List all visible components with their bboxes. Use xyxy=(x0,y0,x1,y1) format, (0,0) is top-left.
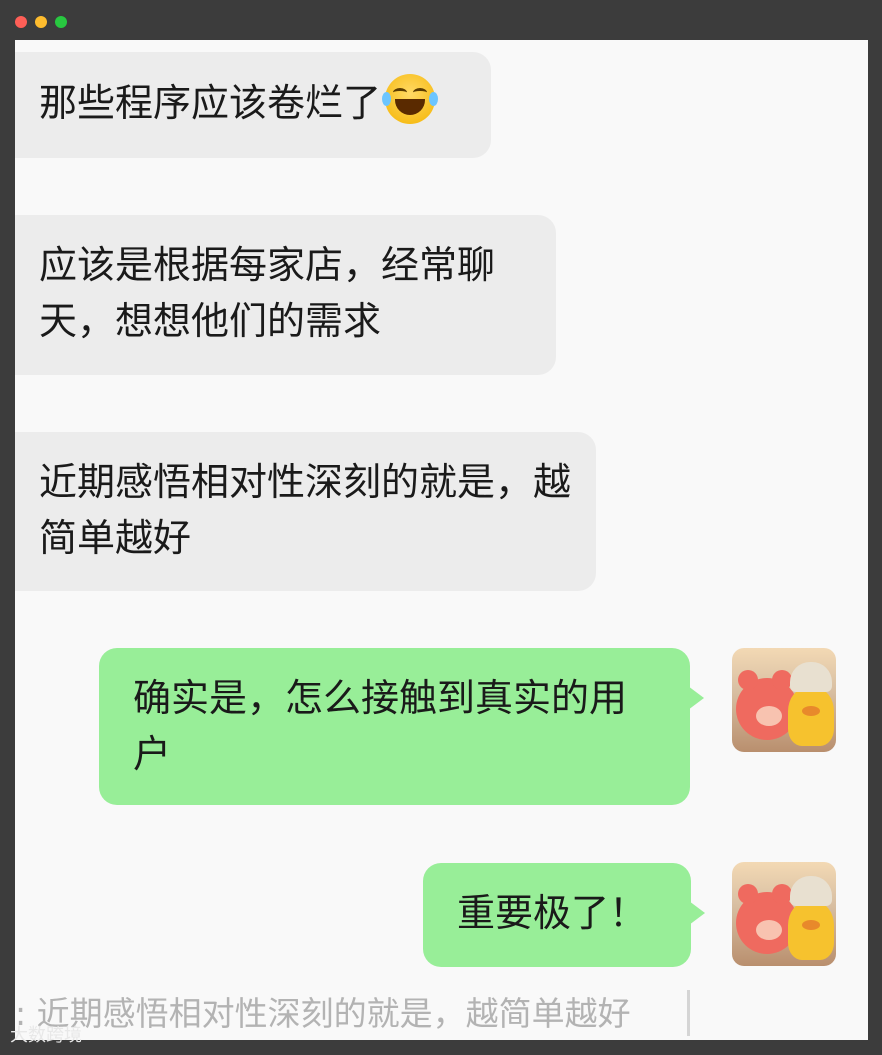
maximize-window-button[interactable] xyxy=(55,16,67,28)
message-bubble-incoming[interactable]: 那些程序应该卷烂了 xyxy=(15,52,491,158)
message-text: 近期感悟相对性深刻的就是，越简单越好 xyxy=(39,460,572,560)
quote-preview-text: : 近期感悟相对性深刻的就是，越简单越好 xyxy=(15,994,631,1033)
watermark-text: 大数跨境 xyxy=(10,1025,82,1046)
message-bubble-outgoing[interactable]: 重要极了！ xyxy=(423,863,705,967)
message-text: 那些程序应该卷烂了 xyxy=(39,81,382,125)
message-bubble-outgoing[interactable]: 确实是，怎么接触到真实的用户 xyxy=(99,648,704,805)
chat-area[interactable]: 那些程序应该卷烂了 应该是根据每家店，经常聊天，想想他们的需求 近期感悟相对性深… xyxy=(15,40,868,1040)
user-avatar[interactable] xyxy=(732,862,836,966)
message-bubble-incoming[interactable]: 近期感悟相对性深刻的就是，越简单越好 xyxy=(15,432,596,591)
duck-figure xyxy=(788,662,834,746)
text-cursor xyxy=(687,990,690,1036)
user-avatar[interactable] xyxy=(732,648,836,752)
message-bubble-incoming[interactable]: 应该是根据每家店，经常聊天，想想他们的需求 xyxy=(15,215,556,375)
minimize-window-button[interactable] xyxy=(35,16,47,28)
face-with-tears-of-joy-icon xyxy=(382,74,439,124)
watermark: 大数跨境 xyxy=(10,1024,82,1048)
message-text: 应该是根据每家店，经常聊天，想想他们的需求 xyxy=(39,243,496,343)
window-titlebar xyxy=(0,0,882,40)
close-window-button[interactable] xyxy=(15,16,27,28)
message-text: 确实是，怎么接触到真实的用户 xyxy=(133,676,628,776)
duck-figure xyxy=(788,876,834,960)
quote-preview[interactable]: : 近期感悟相对性深刻的就是，越简单越好 xyxy=(15,988,868,1040)
message-text: 重要极了！ xyxy=(457,891,648,935)
